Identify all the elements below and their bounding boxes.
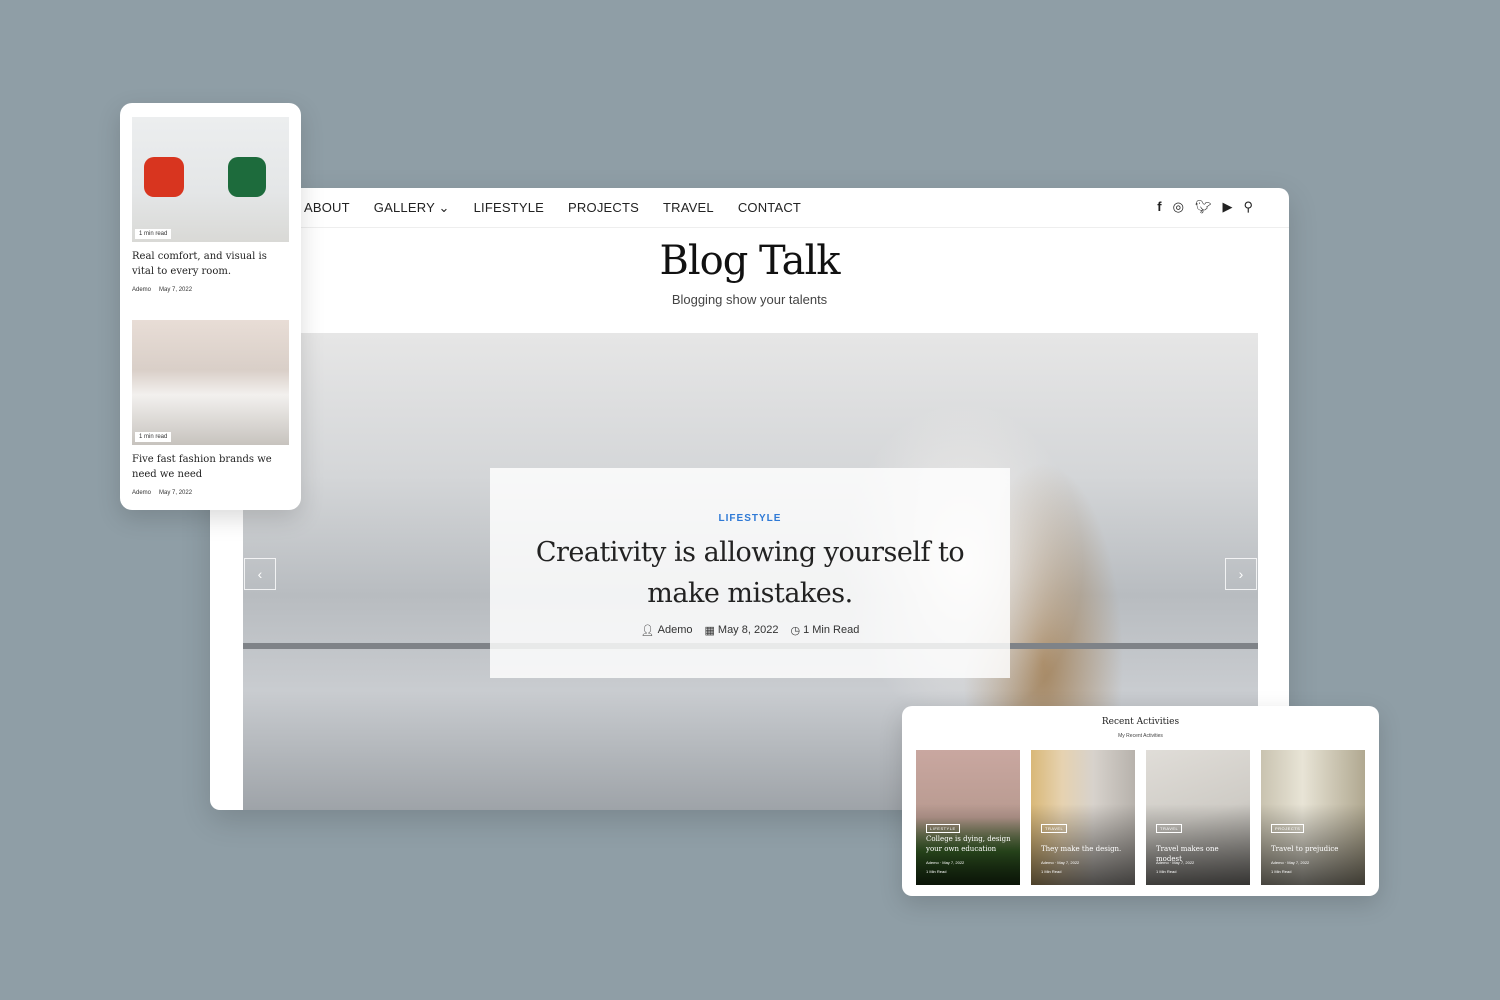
- recent-card[interactable]: TRAVEL They make the design. Ademo · May…: [1031, 750, 1135, 885]
- post-meta: Ademo May 7, 2022: [132, 490, 192, 496]
- post-date: May 7, 2022: [159, 490, 193, 496]
- hero-category[interactable]: LIFESTYLE: [490, 513, 1010, 524]
- nav-about[interactable]: ABOUT: [304, 200, 350, 216]
- prev-slide-button[interactable]: ‹: [244, 558, 276, 590]
- nav-projects[interactable]: PROJECTS: [568, 200, 639, 216]
- hero-read-time: 1 Min Read: [803, 624, 860, 636]
- calendar-icon: ▦: [704, 625, 715, 637]
- nav-lifestyle[interactable]: LIFESTYLE: [474, 200, 544, 216]
- card-meta: Ademo · May 7, 2022 1 Min Read: [1271, 860, 1310, 874]
- hero-date: May 8, 2022: [717, 624, 779, 636]
- next-slide-button[interactable]: ›: [1225, 558, 1257, 590]
- hero-author[interactable]: Ademo: [658, 624, 693, 637]
- recent-card[interactable]: PROJECTS Travel to prejudice Ademo · May…: [1261, 750, 1365, 885]
- read-time-badge: 1 min read: [135, 229, 172, 239]
- facebook-icon[interactable]: f: [1157, 199, 1161, 215]
- search-icon[interactable]: ⚲: [1243, 199, 1253, 215]
- post-image[interactable]: 1 min read: [132, 320, 289, 445]
- recent-activities-panel: Recent Activities My Recent Activities L…: [902, 706, 1379, 896]
- instagram-icon[interactable]: ◎: [1173, 199, 1184, 215]
- site-tagline: Blogging show your talents: [671, 292, 828, 307]
- post-image[interactable]: 1 min read: [132, 117, 289, 242]
- social-links: f ◎ 🐦︎ ▶ ⚲: [1157, 199, 1253, 215]
- card-title[interactable]: Travel to prejudice: [1271, 844, 1359, 854]
- main-nav: ABOUT GALLERY ⌄ LIFESTYLE PROJECTS TRAVE…: [304, 200, 801, 216]
- card-meta: Ademo · May 7, 2022 1 Min Read: [1156, 860, 1195, 874]
- recent-card[interactable]: TRAVEL Travel makes one modest Ademo · M…: [1146, 750, 1250, 885]
- read-time-badge: 1 min read: [135, 432, 172, 442]
- post-author[interactable]: Ademo: [132, 287, 151, 293]
- site-title[interactable]: Blog Talk: [210, 238, 1289, 284]
- card-meta: Ademo · May 7, 2022 1 Min Read: [1041, 860, 1080, 874]
- card-category[interactable]: LIFESTYLE: [926, 824, 960, 833]
- hero-title[interactable]: Creativity is allowing yourself to make …: [530, 532, 970, 614]
- post-title[interactable]: Real comfort, and visual is vital to eve…: [132, 249, 292, 279]
- recent-heading: Recent Activities: [1101, 717, 1180, 727]
- post-date: May 7, 2022: [159, 287, 193, 293]
- card-meta: Ademo · May 7, 2022 1 Min Read: [926, 860, 965, 874]
- twitter-icon[interactable]: 🐦︎: [1195, 199, 1212, 215]
- nav-gallery[interactable]: GALLERY ⌄: [374, 200, 450, 216]
- recent-card[interactable]: LIFESTYLE College is dying, design your …: [916, 750, 1020, 885]
- recent-subheading: My Recent Activities: [1118, 733, 1163, 739]
- author-icon: 👤︎: [640, 625, 655, 637]
- post-meta: Ademo May 7, 2022: [132, 287, 192, 293]
- nav-travel[interactable]: TRAVEL: [663, 200, 714, 216]
- card-title[interactable]: They make the design.: [1041, 844, 1129, 854]
- card-category[interactable]: TRAVEL: [1041, 824, 1068, 833]
- post-title[interactable]: Five fast fashion brands we need we need: [132, 452, 292, 482]
- mobile-preview: 1 min read Real comfort, and visual is v…: [120, 103, 301, 510]
- divider: [210, 227, 1289, 228]
- card-category[interactable]: TRAVEL: [1156, 824, 1183, 833]
- post-author[interactable]: Ademo: [132, 490, 151, 496]
- hero-meta: 👤︎ Ademo ▦ May 8, 2022 ◷ 1 Min Read: [490, 624, 1010, 637]
- nav-contact[interactable]: CONTACT: [738, 200, 801, 216]
- hero-caption: LIFESTYLE Creativity is allowing yoursel…: [490, 468, 1010, 678]
- youtube-icon[interactable]: ▶: [1222, 199, 1232, 215]
- card-category[interactable]: PROJECTS: [1271, 824, 1305, 833]
- card-title[interactable]: College is dying, design your own educat…: [926, 834, 1014, 854]
- clock-icon: ◷: [790, 625, 801, 637]
